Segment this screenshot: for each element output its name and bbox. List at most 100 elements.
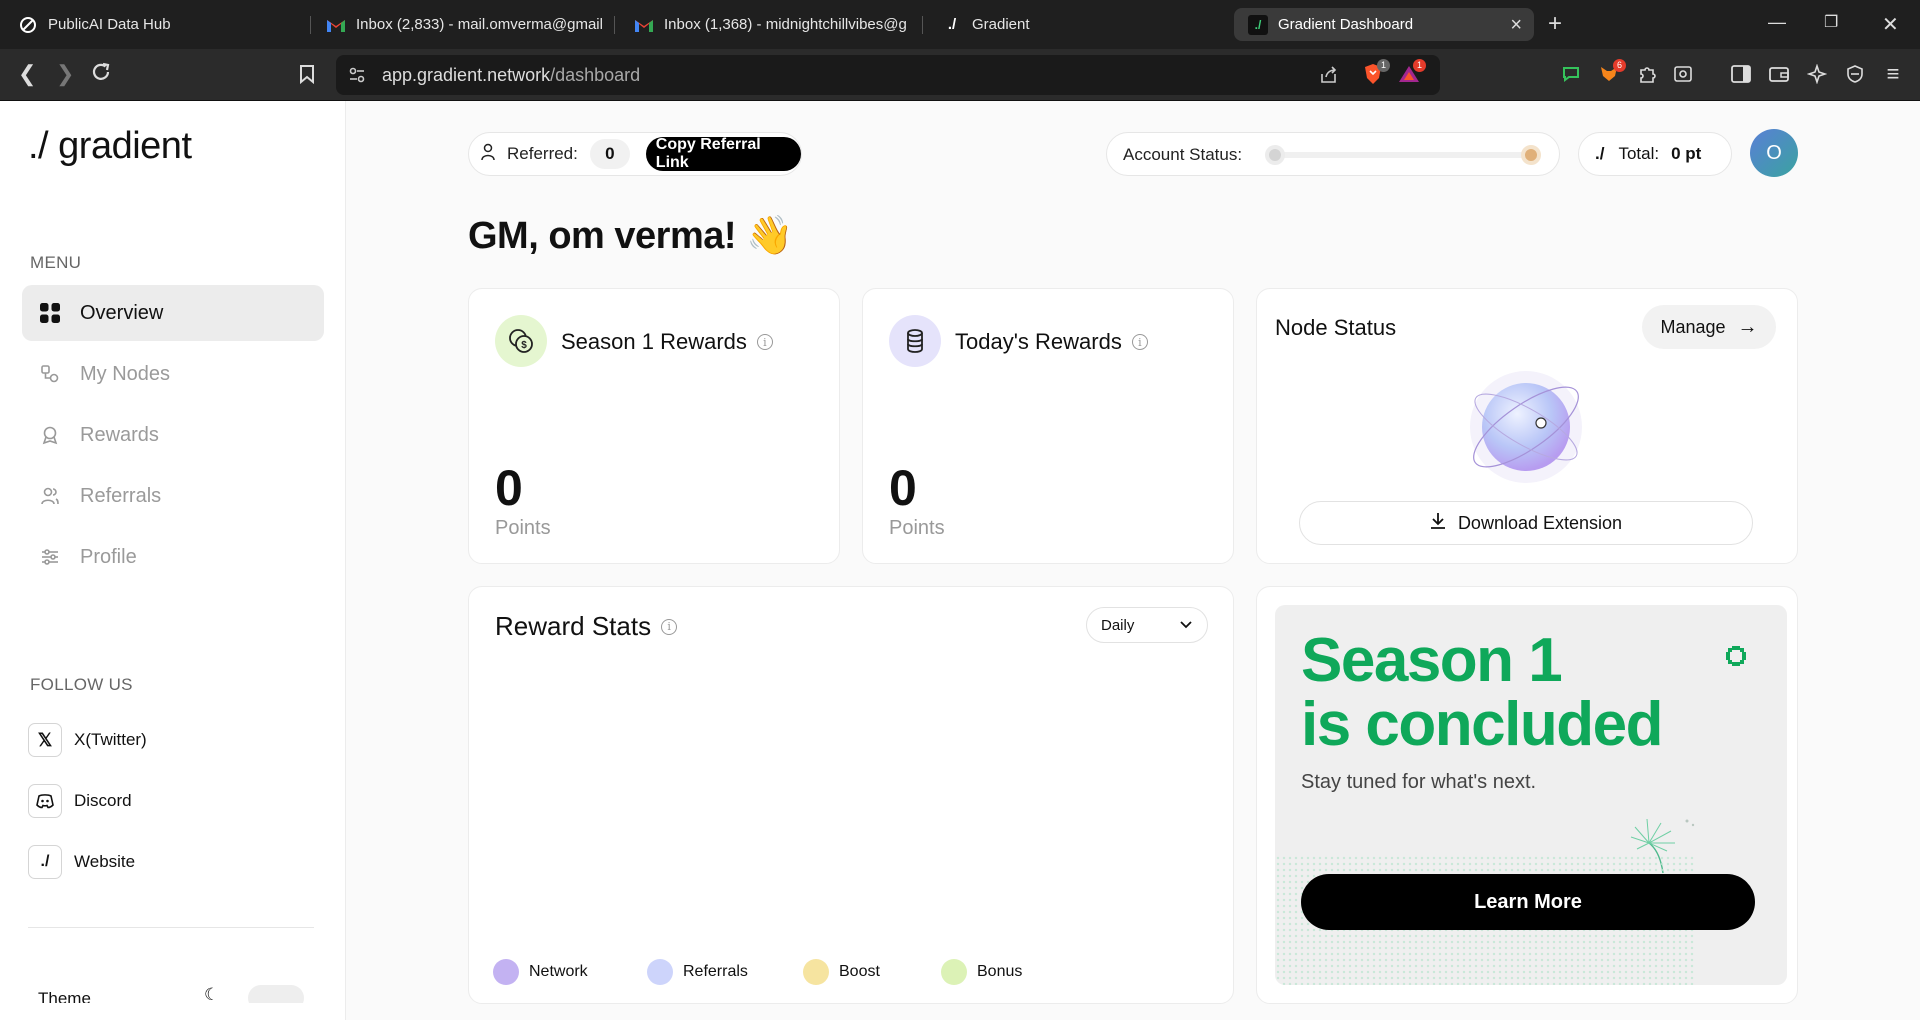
forward-icon[interactable]: ❯ [56,61,74,87]
referral-pill: Referred: 0 Copy Referral Link [468,132,802,176]
brave-badge: 1 [1377,59,1390,72]
today-rewards-card: Today's Rewards i 0 Points [862,288,1234,564]
sidebar-item-label: Rewards [80,423,159,446]
legend-label: Network [529,963,588,980]
sidebar-item-label: Referrals [80,484,162,507]
tab-gradient[interactable]: ./ Gradient [942,0,1222,49]
season-rewards-value: 0 [495,460,523,516]
sidebar-divider [28,927,314,928]
minimize-button[interactable]: — [1768,12,1786,33]
download-extension-button[interactable]: Download Extension [1299,501,1753,545]
url-text: app.gradient.network/dashboard [382,65,640,86]
theme-toggle-row[interactable]: Theme ☾ [38,983,304,1003]
close-icon[interactable]: × [1510,14,1522,37]
database-icon [889,315,941,367]
fox-extension-icon[interactable]: 6 [1598,59,1626,85]
leo-ai-icon[interactable] [1806,63,1828,85]
total-label: Total: [1618,144,1660,163]
tab-gmail-1[interactable]: Inbox (2,833) - mail.omverma@gmail [326,0,604,49]
legend-boost: Boost [803,959,880,985]
theme-switch[interactable] [248,985,304,1003]
season-rewards-unit: Points [495,517,551,539]
gmail-icon [326,15,346,35]
sliders-icon [38,545,62,569]
legend-network: Network [493,959,588,985]
reload-icon[interactable] [90,61,112,89]
info-icon[interactable]: i [756,334,773,350]
tab-gmail-2[interactable]: Inbox (1,368) - midnightchillvibes@g [634,0,912,49]
season-heading-line2: is concluded [1301,690,1663,759]
period-value: Daily [1101,616,1135,634]
chevron-down-icon [1179,617,1193,635]
url-host: app.gradient.network [382,65,551,85]
sidebar-item-overview[interactable]: Overview [22,285,324,341]
back-icon[interactable]: ❮ [18,61,36,87]
legend-bonus: Bonus [941,959,1022,985]
manage-button[interactable]: Manage → [1642,305,1776,349]
tab-title: PublicAI Data Hub [48,16,171,33]
bookmark-icon[interactable] [296,63,318,85]
season-rewards-card: $ Season 1 Rewards i 0 Points [468,288,840,564]
wallet-icon[interactable] [1768,63,1790,85]
share-icon[interactable] [1318,64,1340,86]
address-bar[interactable]: app.gradient.network/dashboard 1 1 [336,55,1440,95]
moon-icon: ☾ [204,985,220,1003]
new-tab-button[interactable]: + [1548,12,1562,36]
brave-shield-icon[interactable]: 1 [1362,59,1390,85]
menu-section-title: MENU [30,253,82,272]
reward-stats-card: Reward Stats i Daily Network Referrals B… [468,586,1234,1004]
coins-icon: $ [495,315,547,367]
sidebar-toggle-icon[interactable] [1730,63,1752,85]
users-icon [38,484,62,508]
tab-publicai[interactable]: PublicAI Data Hub [18,0,318,49]
chat-extension-icon[interactable] [1560,63,1582,85]
discord-icon [28,784,62,818]
learn-more-button[interactable]: Learn More [1301,874,1755,930]
today-rewards-unit: Points [889,517,945,539]
avatar[interactable]: O [1750,129,1798,177]
legend-label: Referrals [683,963,748,980]
menu-icon[interactable]: ≡ [1882,61,1904,86]
sidebar-item-profile[interactable]: Profile [22,529,324,585]
reward-stats-title: Reward Stats [495,611,652,641]
reward-stats-title-wrap: Reward Stats i [495,611,678,642]
sidebar-item-label: Overview [80,301,164,324]
info-icon[interactable]: i [1131,334,1148,350]
follow-discord[interactable]: Discord [28,782,132,820]
copy-referral-link-button[interactable]: Copy Referral Link [645,136,801,171]
status-start-marker [1265,145,1285,165]
download-extension-label: Download Extension [1457,512,1623,533]
today-rewards-title-wrap: Today's Rewards i [955,329,1148,355]
gradient-icon: ./ [1248,14,1268,35]
reader-icon[interactable] [1672,63,1694,85]
season-heading-line1: Season 1 [1301,626,1563,695]
puzzle-icon[interactable] [1636,63,1658,85]
gradient-logo[interactable]: ./ gradient [28,125,192,168]
follow-label: Discord [74,791,132,810]
referred-count: 0 [589,139,630,169]
window-close-button[interactable]: ✕ [1882,12,1899,37]
sidebar-item-referrals[interactable]: Referrals [22,468,324,524]
svg-text:$: $ [521,340,527,351]
restore-button[interactable]: ❐ [1824,12,1838,32]
site-settings-icon[interactable] [346,64,368,86]
url-path: /dashboard [550,65,641,85]
legend-referrals: Referrals [647,959,748,985]
gradient-icon: ./ [947,16,957,33]
period-select[interactable]: Daily [1086,607,1208,643]
sidebar: ./ gradient MENU Overview My Nodes Rewar… [0,101,346,1020]
brave-rewards-icon[interactable]: 1 [1398,59,1426,85]
legend-label: Bonus [977,963,1023,980]
gradient-icon: ./ [1595,144,1605,163]
sidebar-item-label: Profile [80,545,137,568]
vpn-shield-icon[interactable] [1844,63,1866,85]
sidebar-item-my-nodes[interactable]: My Nodes [22,346,324,402]
season-rewards-title-wrap: Season 1 Rewards i [561,329,773,355]
follow-twitter[interactable]: 𝕏 X(Twitter) [28,721,147,759]
follow-website[interactable]: ./ Website [28,843,135,881]
today-rewards-value: 0 [889,460,917,516]
tab-gradient-dashboard[interactable]: ./ Gradient Dashboard × [1234,8,1534,41]
sidebar-item-rewards[interactable]: Rewards [22,407,324,463]
info-icon[interactable]: i [661,618,678,635]
gmail-icon [634,15,654,35]
